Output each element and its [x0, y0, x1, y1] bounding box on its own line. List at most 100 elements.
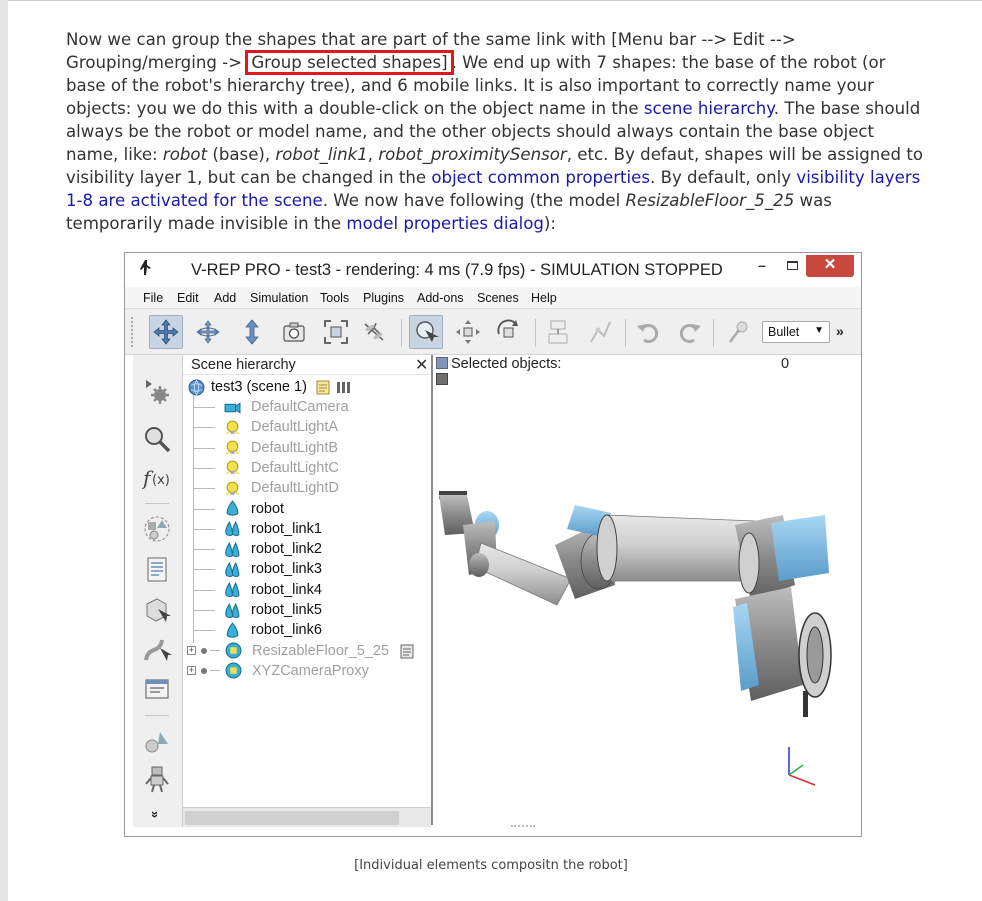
tree-item[interactable]: DefaultLightA	[223, 417, 338, 437]
assembly-button[interactable]	[357, 315, 391, 349]
splitter-grip[interactable]	[511, 825, 535, 831]
tree-item[interactable]: robot_link1	[223, 519, 322, 539]
left-toolbar-overflow-button[interactable]: »	[148, 811, 163, 818]
collections-button[interactable]	[139, 511, 175, 547]
scene-hierarchy-title: Scene hierarchy	[191, 357, 296, 373]
robot-joint-ring	[596, 514, 618, 582]
scene-hierarchy-toggle-button[interactable]	[139, 373, 175, 409]
link-scene-hierarchy[interactable]: scene hierarchy	[644, 99, 774, 118]
tree-connector	[193, 569, 215, 571]
text-segment: (base),	[207, 145, 276, 164]
vrep-app-icon	[139, 259, 153, 282]
menu-tools[interactable]: Tools	[320, 291, 349, 305]
assemble-button[interactable]	[541, 315, 575, 349]
tree-item[interactable]: + XYZCameraProxy	[187, 661, 369, 681]
path-edit-button[interactable]	[139, 631, 175, 667]
object-rotate-button[interactable]	[491, 315, 525, 349]
tree-scene-root[interactable]: test3 (scene 1)	[187, 377, 351, 397]
camera-pan-button[interactable]	[149, 315, 183, 349]
close-button[interactable]: ✕	[806, 255, 854, 277]
menu-edit[interactable]: Edit	[177, 291, 199, 305]
tree-connector	[193, 528, 215, 530]
camera-shift-icon	[245, 319, 259, 345]
transfer-dna-button[interactable]	[583, 315, 617, 349]
shape-edit-button[interactable]	[139, 591, 175, 627]
fit-to-view-button[interactable]	[319, 315, 353, 349]
tree-connector	[193, 467, 215, 469]
menu-file[interactable]: File	[143, 291, 163, 305]
menu-add-ons[interactable]: Add-ons	[417, 291, 464, 305]
expand-icon[interactable]: +	[187, 666, 196, 676]
undo-button[interactable]	[631, 315, 665, 349]
object-shift-button[interactable]	[451, 315, 485, 349]
menu-simulation[interactable]: Simulation	[250, 291, 308, 305]
tutorial-paragraph: Now we can group the shapes that are par…	[66, 28, 928, 235]
camera-fit-button[interactable]	[277, 315, 311, 349]
chevron-down-icon: ▼	[814, 325, 824, 336]
click-selection-button[interactable]	[409, 315, 443, 349]
tree-item[interactable]: + ResizableFloor_5_25	[187, 641, 415, 661]
camera-rotate-button[interactable]	[191, 315, 225, 349]
model-shapes-button[interactable]	[139, 723, 175, 759]
primitive-shapes-icon	[145, 732, 168, 753]
globe-icon	[187, 378, 205, 396]
function-icon: f (x)	[142, 466, 170, 490]
shape-icon	[223, 500, 241, 518]
scrollbar-thumb[interactable]	[185, 811, 399, 825]
light-icon	[223, 479, 241, 497]
scene-hierarchy-header: Scene hierarchy ✕	[183, 355, 431, 375]
physics-engine-value: Bullet	[768, 325, 800, 339]
toolbar-separator	[401, 319, 402, 347]
text-segment: ,	[367, 145, 379, 164]
tree-item[interactable]: DefaultLightB	[223, 438, 338, 458]
selection-dialog-icon	[145, 679, 169, 699]
link-model-properties-dialog[interactable]: model properties dialog	[346, 214, 544, 233]
menu-add[interactable]: Add	[214, 291, 236, 305]
magnifier-icon	[145, 427, 171, 453]
tree-item[interactable]: robot_link5	[223, 600, 322, 620]
dynamics-toggle-button[interactable]	[721, 315, 755, 349]
model-browser-button[interactable]	[139, 421, 175, 457]
close-hierarchy-button[interactable]: ✕	[415, 355, 428, 375]
tree-item-label: XYZCameraProxy	[252, 662, 369, 679]
tree-connector	[193, 549, 215, 551]
robot-models-button[interactable]	[139, 761, 175, 797]
hierarchy-horizontal-scrollbar[interactable]	[183, 807, 431, 827]
tree-item-label: robot_link1	[251, 520, 322, 537]
menu-scenes[interactable]: Scenes	[477, 291, 519, 305]
scene-3d-view[interactable]: Selected objects: 0	[435, 355, 861, 825]
maximize-button[interactable]	[782, 255, 802, 277]
calculation-modules-button[interactable]: f (x)	[139, 459, 175, 495]
robot-icon	[145, 766, 169, 793]
tree-item[interactable]: DefaultLightD	[223, 478, 339, 498]
x-axis	[788, 774, 816, 786]
scene-hierarchy-panel: Scene hierarchy ✕ test3 (scene 1) Defaul…	[183, 355, 433, 827]
title-bar: V-REP PRO - test3 - rendering: 4 ms (7.9…	[125, 253, 861, 287]
toolbar-overflow-button[interactable]: »	[836, 323, 844, 339]
expand-icon[interactable]: +	[187, 646, 196, 656]
tree-item[interactable]: robot_link6	[223, 620, 322, 640]
tree-item[interactable]: DefaultLightC	[223, 458, 339, 478]
scripts-button[interactable]	[139, 551, 175, 587]
selection-dialog-button[interactable]	[139, 671, 175, 707]
tree-item[interactable]: robot	[223, 499, 284, 519]
shape-icon	[223, 621, 241, 639]
tree-item[interactable]: robot_link4	[223, 580, 322, 600]
model-icon	[224, 642, 242, 660]
menu-help[interactable]: Help	[531, 291, 557, 305]
tree-item[interactable]: robot_link2	[223, 539, 322, 559]
physics-engine-select[interactable]: Bullet ▼	[762, 321, 830, 343]
redo-button[interactable]	[673, 315, 707, 349]
tree-item[interactable]: robot_link3	[223, 559, 322, 579]
link-object-common-properties[interactable]: object common properties	[431, 168, 650, 187]
minimize-button[interactable]: –	[752, 255, 772, 277]
dragonfly-icon	[364, 322, 384, 341]
tree-item-label: robot_link5	[251, 602, 322, 618]
tree-item[interactable]: DefaultCamera	[223, 397, 349, 417]
robot-forearm	[474, 542, 572, 606]
menu-plugins[interactable]: Plugins	[363, 291, 404, 305]
light-icon	[223, 418, 241, 436]
scene-root-label: test3 (scene 1)	[211, 379, 307, 395]
compound-shape-icon	[223, 560, 241, 578]
camera-shift-button[interactable]	[235, 315, 269, 349]
